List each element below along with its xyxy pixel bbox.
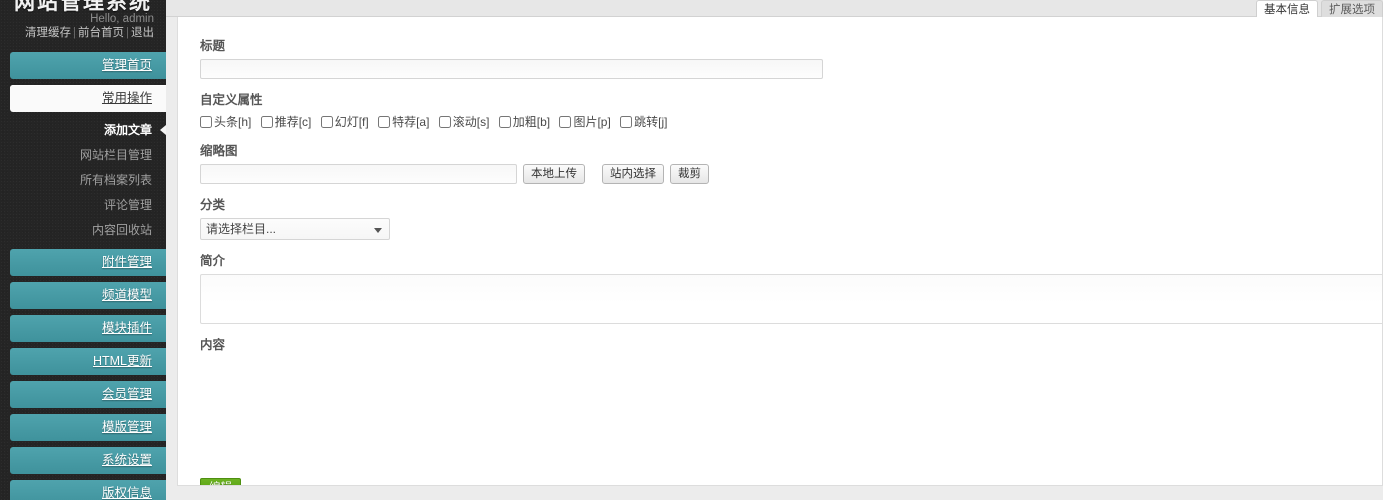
title-input[interactable] (200, 59, 823, 79)
summary-textarea[interactable] (200, 273, 1382, 324)
checkbox-slide-input[interactable] (320, 115, 333, 128)
logout-link[interactable]: 退出 (131, 27, 154, 39)
sidebar-subitem-label: 添加文章 (103, 123, 152, 137)
sidebar-item-dashboard[interactable]: 管理首页 (10, 52, 166, 79)
user-links: 清理缓存 | 前台首页 | 退出 (25, 26, 154, 40)
sidebar-item-channel-model[interactable]: 频道模型 (10, 282, 166, 309)
sidebar-item-member-manage[interactable]: 会员管理 (10, 381, 166, 408)
link-separator-1: | (73, 27, 76, 39)
content-group: 内容 编辑 (200, 337, 1382, 485)
checkbox-recommend-label: 推荐[c] (274, 114, 312, 129)
custom-attributes-label: 自定义属性 (200, 93, 263, 107)
sidebar-item-attachment-manage[interactable]: 附件管理 (10, 249, 166, 276)
sidebar-item-template-manage[interactable]: 模版管理 (10, 414, 166, 441)
checkbox-jump[interactable]: 跳转[j] (620, 114, 667, 130)
checkbox-special[interactable]: 特荐[a] (378, 114, 429, 130)
sidebar-item-system-settings[interactable]: 系统设置 (10, 447, 166, 474)
chevron-down-icon (374, 227, 382, 233)
sidebar-item-recycle-bin[interactable]: 内容回收站 (0, 218, 152, 243)
site-select-button[interactable]: 站内选择 (602, 163, 664, 184)
summary-label: 简介 (200, 253, 226, 268)
checkbox-headline-label: 头条[h] (214, 114, 252, 129)
category-select[interactable]: 请选择栏目... (200, 217, 390, 240)
sidebar-item-html-update[interactable]: HTML更新 (10, 348, 166, 375)
checkbox-recommend[interactable]: 推荐[c] (260, 114, 312, 130)
custom-attributes-checkboxes: 头条[h] 推荐[c] 幻灯[f] 特荐[a] 滚动[s] 加粗[b] 图片[p… (200, 113, 1382, 130)
link-separator-2: | (126, 27, 129, 39)
sidebar-item-copyright-info[interactable]: 版权信息 (10, 480, 166, 500)
sidebar-subnav: 添加文章 网站栏目管理 所有档案列表 评论管理 内容回收站 (0, 118, 166, 243)
tab-bar: 基本信息 扩展选项 (166, 0, 1383, 17)
frontend-home-link[interactable]: 前台首页 (78, 27, 124, 39)
content-area: 基本信息 扩展选项 标题 自定义属性 头条[h] 推荐[c] 幻灯[f] 特荐[… (166, 0, 1383, 500)
checkbox-slide[interactable]: 幻灯[f] (320, 114, 369, 130)
category-group: 分类 请选择栏目... (200, 198, 1382, 240)
checkbox-special-label: 特荐[a] (392, 114, 430, 129)
checkbox-bold-label: 加粗[b] (512, 114, 551, 129)
checkbox-image[interactable]: 图片[p] (559, 114, 611, 130)
form-panel: 标题 自定义属性 头条[h] 推荐[c] 幻灯[f] 特荐[a] 滚动[s] 加… (177, 17, 1383, 486)
checkbox-headline[interactable]: 头条[h] (200, 114, 251, 130)
thumbnail-input[interactable] (200, 163, 517, 184)
tab-basic-info[interactable]: 基本信息 (1256, 0, 1318, 17)
title-group: 标题 (200, 39, 1382, 79)
checkbox-special-input[interactable] (378, 115, 391, 128)
thumbnail-row: 本地上传 站内选择 裁剪 (200, 163, 1382, 184)
sidebar-nav: 管理首页 常用操作 添加文章 网站栏目管理 所有档案列表 评论管理 内容回收站 … (0, 52, 166, 500)
checkbox-recommend-input[interactable] (260, 115, 273, 128)
checkbox-bold-input[interactable] (498, 115, 511, 128)
summary-group: 简介 (200, 254, 1382, 324)
checkbox-scroll-label: 滚动[s] (452, 114, 490, 129)
tab-extended-options[interactable]: 扩展选项 (1321, 0, 1383, 17)
local-upload-button[interactable]: 本地上传 (523, 163, 585, 184)
clear-cache-link[interactable]: 清理缓存 (25, 27, 71, 39)
sidebar-item-comment-manage[interactable]: 评论管理 (0, 193, 152, 218)
checkbox-scroll-input[interactable] (438, 115, 451, 128)
sidebar-item-column-manage[interactable]: 网站栏目管理 (0, 143, 152, 168)
checkbox-jump-input[interactable] (620, 115, 633, 128)
greeting-text: Hello, admin (90, 13, 154, 25)
category-label: 分类 (200, 197, 226, 212)
sidebar-item-all-archives[interactable]: 所有档案列表 (0, 168, 152, 193)
sidebar-item-module-plugin[interactable]: 模块插件 (10, 315, 166, 342)
article-form: 标题 自定义属性 头条[h] 推荐[c] 幻灯[f] 特荐[a] 滚动[s] 加… (178, 17, 1382, 485)
checkbox-image-label: 图片[p] (573, 114, 611, 129)
checkbox-jump-label: 跳转[j] (634, 114, 668, 129)
checkbox-bold[interactable]: 加粗[b] (498, 114, 551, 130)
edit-button[interactable]: 编辑 (200, 477, 241, 485)
checkbox-image-input[interactable] (559, 115, 572, 128)
checkbox-scroll[interactable]: 滚动[s] (438, 114, 490, 130)
admin-page: 网站管理系统 Hello, admin 清理缓存 | 前台首页 | 退出 管理首页 常用… (0, 0, 1383, 500)
crop-button[interactable]: 裁剪 (670, 163, 709, 184)
title-label: 标题 (200, 39, 226, 53)
content-editor-area[interactable] (200, 358, 1382, 478)
sidebar: 网站管理系统 Hello, admin 清理缓存 | 前台首页 | 退出 管理首页 常用… (0, 0, 166, 500)
custom-attributes-group: 自定义属性 头条[h] 推荐[c] 幻灯[f] 特荐[a] 滚动[s] 加粗[b… (200, 93, 1382, 130)
thumbnail-group: 缩略图 本地上传 站内选择 裁剪 (200, 144, 1382, 184)
category-selected-value: 请选择栏目... (206, 221, 277, 236)
sidebar-item-add-article[interactable]: 添加文章 (0, 118, 166, 143)
checkbox-slide-label: 幻灯[f] (334, 114, 369, 129)
tab-list: 基本信息 扩展选项 (1253, 0, 1383, 17)
checkbox-headline-input[interactable] (200, 115, 212, 128)
content-label: 内容 (200, 337, 226, 352)
thumbnail-label: 缩略图 (200, 143, 238, 158)
sidebar-item-common-operations[interactable]: 常用操作 (10, 85, 166, 112)
